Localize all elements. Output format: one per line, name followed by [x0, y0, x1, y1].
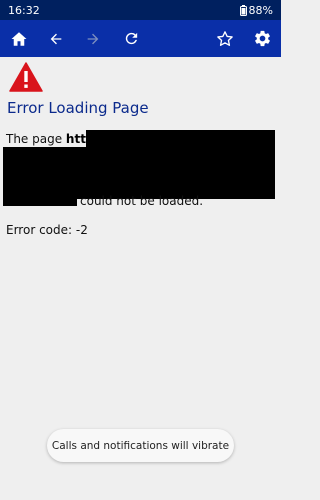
- redaction-block: [3, 199, 77, 206]
- redaction-block: [3, 147, 275, 199]
- status-bar: 16:32 88%: [0, 0, 281, 20]
- battery-percent: 88%: [248, 3, 273, 17]
- refresh-icon: [125, 32, 137, 45]
- refresh-button[interactable]: [114, 20, 148, 57]
- redaction-block: [86, 130, 275, 147]
- bookmark-button[interactable]: [208, 20, 242, 57]
- toast-text: Calls and notifications will vibrate: [51, 439, 230, 452]
- message-suffix: could not be loaded.: [80, 194, 204, 208]
- page-title: Error Loading Page: [7, 99, 149, 117]
- back-button[interactable]: [39, 20, 73, 57]
- forward-button[interactable]: [76, 20, 110, 57]
- browser-toolbar: [0, 20, 281, 57]
- settings-icon: [254, 30, 270, 47]
- error-code: Error code: -2: [6, 223, 88, 237]
- star-icon: [217, 30, 233, 46]
- status-time: 16:32: [8, 3, 40, 17]
- warning-icon: [9, 62, 43, 92]
- toast-notification: Calls and notifications will vibrate: [47, 429, 234, 462]
- settings-button[interactable]: [245, 20, 279, 57]
- back-icon: [50, 33, 62, 44]
- home-icon: [11, 31, 27, 46]
- message-prefix: The page: [6, 132, 66, 146]
- battery-icon: [239, 4, 247, 16]
- home-button[interactable]: [2, 20, 36, 57]
- status-right: 88%: [239, 3, 273, 17]
- forward-icon: [87, 33, 99, 44]
